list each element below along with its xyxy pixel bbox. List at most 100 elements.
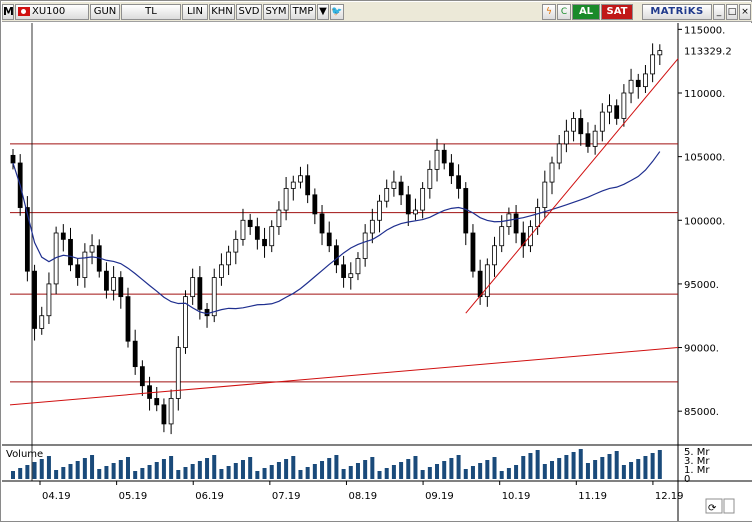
sell-button[interactable]: SAT — [601, 3, 633, 20]
x-tick-label: 09.19 — [425, 491, 454, 502]
linear-scale-button[interactable]: LIN — [182, 3, 208, 20]
candle-body — [448, 162, 454, 177]
candle-body — [211, 277, 217, 317]
buy-button[interactable]: AL — [572, 3, 600, 20]
candle-body — [420, 188, 426, 211]
volume-bar — [391, 465, 396, 479]
volume-bar — [205, 458, 210, 479]
volume-bar — [190, 464, 195, 479]
volume-bar — [18, 468, 23, 479]
candle-body — [305, 175, 311, 196]
candle-body — [226, 251, 232, 266]
volume-bar — [255, 471, 260, 479]
volume-label: Volume — [6, 449, 43, 460]
candle-body — [60, 232, 66, 240]
chart-toolbar: M XU100 GUN TL LIN KHN SVD SYM TMP ▼ 🐦 ϟ… — [2, 2, 752, 22]
candle-body — [578, 118, 584, 135]
volume-bar — [614, 451, 619, 479]
volume-bar — [11, 471, 15, 479]
khn-button[interactable]: KHN — [209, 3, 235, 20]
candle-body — [484, 264, 490, 298]
price-chart[interactable]: 115000. 110000. 105000. 100000. 95000. 90000.… — [2, 23, 752, 521]
candle-body — [89, 245, 95, 253]
volume-bar — [485, 460, 490, 479]
lightning-icon[interactable]: ϟ — [542, 3, 556, 20]
volume-bar — [636, 459, 641, 479]
svd-button[interactable]: SVD — [236, 3, 262, 20]
y-tick-label: 95000. — [684, 280, 719, 291]
x-tick-label: 10.19 — [502, 491, 531, 502]
candle-body — [125, 296, 131, 342]
volume-bar — [535, 450, 540, 479]
close-icon[interactable]: × — [739, 3, 751, 20]
volume-bar — [327, 458, 332, 479]
candle-body — [75, 264, 81, 278]
candle-body — [132, 340, 138, 368]
candle-body — [413, 209, 418, 215]
minimize-icon[interactable]: _ — [713, 3, 725, 20]
volume-bar — [240, 460, 245, 479]
volume-bar — [104, 466, 109, 479]
candle-body — [434, 149, 440, 170]
candle-body — [477, 270, 483, 298]
volume-bar — [413, 456, 418, 479]
y-tick-label: 100000. — [684, 216, 725, 227]
currency-button[interactable]: TL — [121, 3, 181, 20]
candle-body — [405, 194, 411, 215]
volume-bar — [420, 470, 425, 479]
candle-body — [161, 404, 167, 425]
volume-bar — [571, 452, 576, 479]
volume-bar — [442, 461, 447, 479]
candle-body — [535, 207, 541, 228]
volume-bar — [557, 458, 562, 479]
symbol-selector[interactable]: XU100 — [15, 3, 89, 20]
period-button[interactable]: GUN — [90, 3, 120, 20]
volume-bar — [384, 468, 389, 479]
volume-bar — [284, 459, 289, 479]
candle-body — [592, 130, 598, 147]
sync-icon[interactable]: ⟳ — [705, 498, 735, 514]
refresh-icon[interactable]: C — [557, 3, 571, 20]
y-tick-label: 110000. — [684, 89, 725, 100]
sym-button[interactable]: SYM — [263, 3, 289, 20]
candle-body — [219, 264, 224, 278]
volume-bar — [600, 457, 605, 479]
twitter-icon[interactable]: 🐦 — [330, 3, 344, 20]
maximize-icon[interactable]: □ — [726, 3, 738, 20]
candle-body — [32, 270, 37, 329]
volume-bar — [291, 456, 296, 479]
y-tick-label: 115000. — [684, 25, 725, 36]
volume-bar — [320, 461, 325, 479]
volume-bar — [427, 467, 432, 479]
candle-body — [563, 130, 569, 145]
volume-bar — [377, 471, 382, 479]
dropdown-arrow-icon[interactable]: ▼ — [317, 3, 329, 20]
candle-body — [247, 219, 253, 228]
y-tick-label: 105000. — [684, 153, 725, 164]
candle-body — [542, 181, 548, 208]
volume-bar — [449, 458, 454, 479]
candle-body — [68, 238, 73, 266]
candle-body — [556, 143, 562, 164]
candle-body — [585, 133, 591, 147]
volume-bar — [585, 463, 590, 479]
volume-bar — [276, 462, 281, 479]
tmp-button[interactable]: TMP — [290, 3, 316, 20]
volume-bar — [629, 462, 634, 479]
candle-body — [154, 398, 160, 406]
volume-bar — [528, 453, 533, 479]
volume-bar — [355, 463, 360, 479]
chart-area[interactable]: 115000. 110000. 105000. 100000. 95000. 90000.… — [2, 23, 752, 521]
volume-bar — [248, 457, 253, 479]
candle-body — [456, 175, 461, 189]
candle-body — [276, 209, 282, 228]
candle-body — [39, 315, 45, 329]
candle-body — [377, 200, 382, 221]
volume-bar — [154, 462, 159, 479]
candle-body — [269, 226, 275, 247]
volume-bar — [111, 463, 116, 479]
app-logo[interactable]: M — [2, 3, 14, 20]
volume-bar — [363, 460, 368, 479]
volume-bar — [75, 461, 80, 479]
volume-bar — [370, 457, 375, 479]
